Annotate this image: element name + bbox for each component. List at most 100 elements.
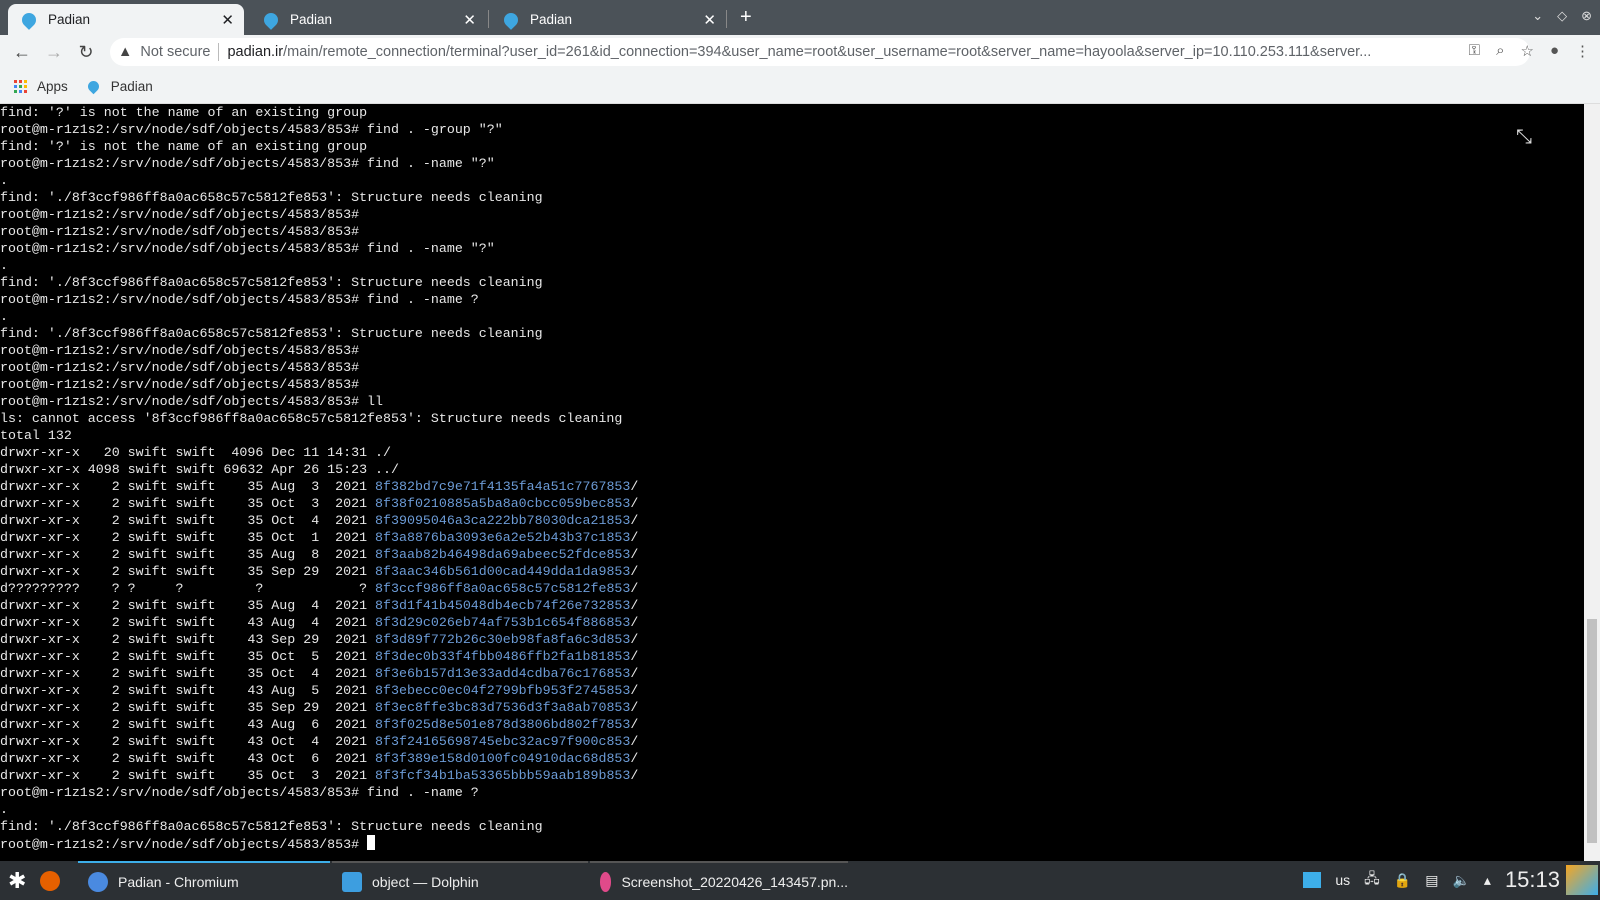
listing-name: 8f3d29c026eb74af753b1c654f886853 [375,615,631,630]
dir-slash: / [630,598,639,613]
tab-padian-3[interactable]: Padian ✕ [490,4,726,35]
menu-icon[interactable]: ⋮ [1575,42,1590,60]
close-tab-icon[interactable]: ✕ [463,11,476,29]
star-icon[interactable]: ☆ [1520,42,1533,60]
listing-name: 8f3a8876ba3093e6a2e52b43b37c1853 [375,530,631,545]
bookmark-padian[interactable]: Padian [85,78,153,94]
volume-icon[interactable]: 🔈 [1452,872,1469,889]
listing-meta: drwxr-xr-x 2 swift swift 43 Oct 6 2021 [0,751,376,766]
key-icon[interactable]: ⚿ [1469,42,1480,60]
terminal-line: find: './8f3ccf986ff8a0ac658c57c5812fe85… [0,326,543,341]
kde-launcher-icon[interactable]: ✱ [8,868,26,894]
forward-button[interactable]: → [38,42,70,63]
listing-row: drwxr-xr-x 2 swift swift 35 Oct 5 2021 8… [0,648,1584,665]
not-secure-label[interactable]: Not secure [140,44,210,60]
warning-icon: ▲ [118,44,133,60]
padian-favicon-icon [85,78,102,94]
listing-name: 8f3fcf34b1ba53365bbb59aab189b853 [375,768,631,783]
dir-slash: / [630,632,639,647]
keyboard-layout[interactable]: us [1335,872,1350,888]
notification-icon[interactable] [1303,872,1322,888]
dir-slash: / [630,615,639,630]
terminal[interactable]: find: '?' is not the name of an existing… [0,104,1584,861]
listing-row: d????????? ? ? ? ? ? 8f3ccf986ff8a0ac658… [0,580,1584,597]
tab-strip: Padian ✕ Padian ✕ Padian ✕ + ⌄ ◇ ⊗ [0,0,1600,35]
task-chromium[interactable]: Padian - Chromium [78,861,330,900]
terminal-line: root@m-r1z1s2:/srv/node/sdf/objects/4583… [0,224,360,239]
new-tab-button[interactable]: + [740,6,752,29]
listing-row: drwxr-xr-x 2 swift swift 43 Aug 5 2021 8… [0,682,1584,699]
tab-padian-1[interactable]: Padian ✕ [8,4,244,35]
listing-row: drwxr-xr-x 2 swift swift 35 Oct 4 2021 8… [0,512,1584,529]
exit-fullscreen-icon[interactable]: ⤡ [1516,126,1532,149]
terminal-line: total 132 [0,428,72,443]
reload-button[interactable]: ↻ [70,42,102,63]
tab-padian-2[interactable]: Padian ✕ [250,4,486,35]
terminal-line: root@m-r1z1s2:/srv/node/sdf/objects/4583… [0,122,503,137]
close-tab-icon[interactable]: ✕ [221,11,234,29]
terminal-line: root@m-r1z1s2:/srv/node/sdf/objects/4583… [0,156,495,171]
clipboard-icon[interactable]: ▤ [1425,872,1438,889]
back-button[interactable]: ← [6,42,38,63]
listing-row: drwxr-xr-x 2 swift swift 35 Oct 1 2021 8… [0,529,1584,546]
terminal-line: find: '?' is not the name of an existing… [0,139,368,154]
listing-meta: drwxr-xr-x 2 swift swift 35 Oct 5 2021 [0,649,376,664]
restore-icon[interactable]: ◇ [1557,8,1567,24]
network-icon[interactable]: 🖧 [1364,868,1380,892]
listing-meta: drwxr-xr-x 2 swift swift 35 Aug 8 2021 [0,547,376,562]
task-dolphin[interactable]: object — Dolphin [332,861,588,900]
terminal-scrollbar[interactable] [1584,104,1600,861]
close-tab-icon[interactable]: ✕ [703,11,716,29]
clock[interactable]: 15:13 [1505,867,1560,893]
dir-slash: / [630,734,639,749]
system-tray: us 🖧 🔒 ▤ 🔈 ▴ 15:13 [1303,867,1560,893]
listing-meta: drwxr-xr-x 2 swift swift 43 Aug 4 2021 [0,615,376,630]
dir-slash: / [630,547,639,562]
listing-row: drwxr-xr-x 2 swift swift 35 Oct 3 2021 8… [0,495,1584,512]
browser-toolbar: ← → ↻ ▲ Not secure padian.ir/main/remote… [0,35,1600,69]
scrollbar-thumb[interactable] [1587,619,1597,843]
tab-search-icon[interactable]: ⌄ [1532,8,1543,24]
terminal-line: find: './8f3ccf986ff8a0ac658c57c5812fe85… [0,819,543,834]
zoom-icon[interactable]: ⌕ [1496,42,1504,60]
taskbar: ✱ Padian - Chromium object — Dolphin Scr… [0,861,1600,900]
lock-icon[interactable]: 🔒 [1394,872,1411,889]
show-desktop-icon[interactable] [1566,865,1598,895]
dir-slash: / [630,666,639,681]
profile-icon[interactable]: ● [1550,42,1559,60]
listing-meta: drwxr-xr-x 2 swift swift 35 Oct 4 2021 [0,513,376,528]
listing-row: drwxr-xr-x 2 swift swift 35 Oct 3 2021 8… [0,767,1584,784]
close-window-icon[interactable]: ⊗ [1581,8,1592,24]
listing-row: drwxr-xr-x 2 swift swift 35 Sep 29 2021 … [0,563,1584,580]
tray-expand-icon[interactable]: ▴ [1484,872,1491,889]
dir-slash: / [630,530,639,545]
terminal-line: . [0,802,8,817]
listing-meta: drwxr-xr-x 2 swift swift 43 Aug 6 2021 [0,717,376,732]
listing-meta: d????????? ? ? ? ? ? [0,581,376,596]
listing-name: 8f3dec0b33f4fbb0486ffb2fa1b81853 [375,649,631,664]
listing-name: 8f3ebecc0ec04f2799bfb953f2745853 [375,683,631,698]
prompt-line: root@m-r1z1s2:/srv/node/sdf/objects/4583… [0,835,1584,853]
spectacle-icon [600,871,612,892]
terminal-line: find: './8f3ccf986ff8a0ac658c57c5812fe85… [0,190,543,205]
window-controls: ⌄ ◇ ⊗ [1532,8,1592,24]
listing-row: drwxr-xr-x 4098 swift swift 69632 Apr 26… [0,461,1584,478]
listing-meta: drwxr-xr-x 2 swift swift 43 Aug 5 2021 [0,683,376,698]
prompt: root@m-r1z1s2:/srv/node/sdf/objects/4583… [0,837,360,852]
listing-row: drwxr-xr-x 2 swift swift 35 Aug 3 2021 8… [0,478,1584,495]
terminal-line: find: '?' is not the name of an existing… [0,105,368,120]
listing-meta: drwxr-xr-x 20 swift swift 4096 Dec 11 14… [0,445,376,460]
listing-meta: drwxr-xr-x 2 swift swift 35 Oct 3 2021 [0,496,376,511]
dir-slash: / [630,496,639,511]
bookmark-apps[interactable]: Apps [14,79,68,94]
listing-row: drwxr-xr-x 2 swift swift 43 Oct 4 2021 8… [0,733,1584,750]
bookmarks-bar: Apps Padian [0,69,1600,104]
terminal-line: . [0,309,8,324]
dir-slash: / [630,513,639,528]
dir-slash: / [630,564,639,579]
firefox-icon[interactable] [40,870,61,891]
listing-row: drwxr-xr-x 2 swift swift 35 Aug 8 2021 8… [0,546,1584,563]
address-bar[interactable]: ▲ Not secure padian.ir/main/remote_conne… [110,38,1530,66]
listing-name: 8f3f389e158d0100fc04910dac68d853 [375,751,631,766]
task-screenshot[interactable]: Screenshot_20220426_143457.pn... [590,861,848,900]
